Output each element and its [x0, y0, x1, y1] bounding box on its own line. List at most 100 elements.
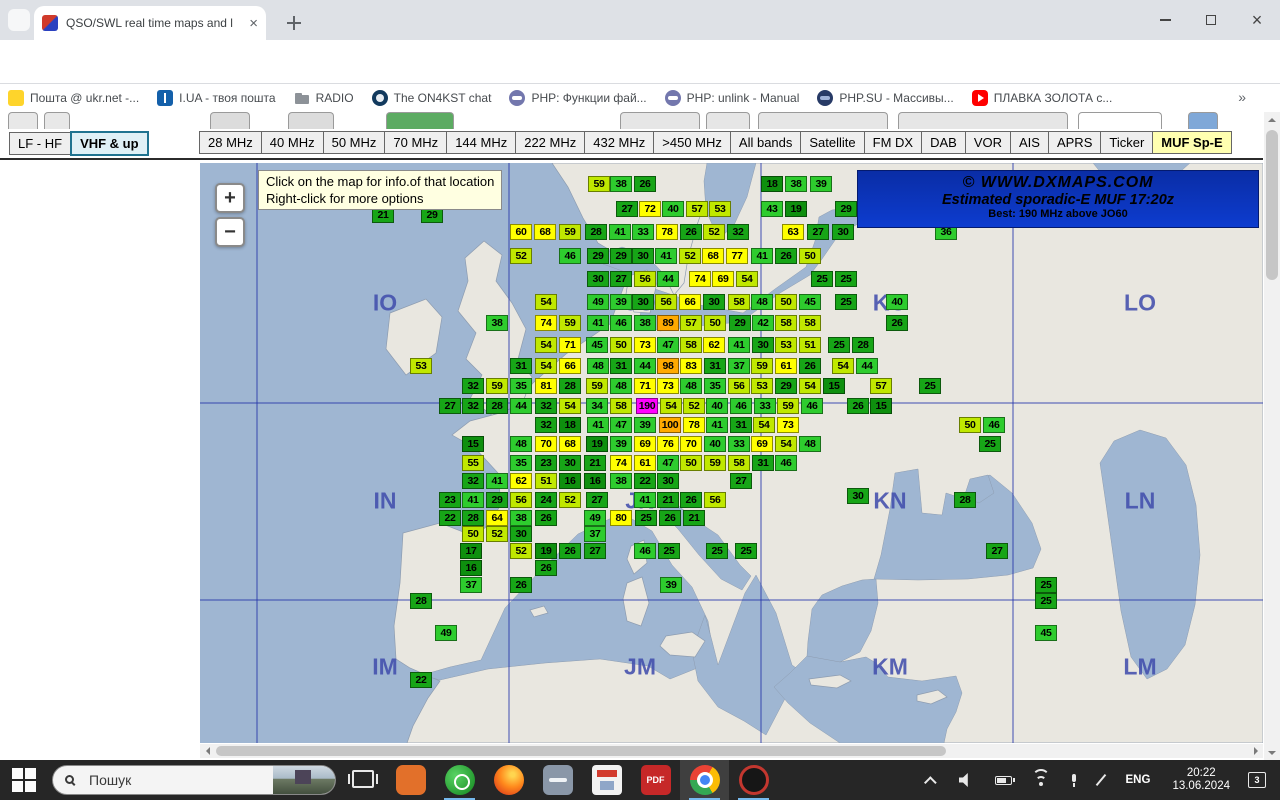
muf-cell[interactable]: 54: [660, 398, 682, 414]
muf-cell[interactable]: 41: [609, 224, 631, 240]
muf-cell[interactable]: 21: [683, 510, 705, 526]
muf-cell[interactable]: 39: [634, 417, 656, 433]
bookmark-item-ukr-net[interactable]: Пошта @ ukr.net -...: [8, 90, 139, 106]
muf-cell[interactable]: 31: [610, 358, 632, 374]
search-highlight-image[interactable]: [273, 766, 335, 794]
bookmark-item-i-ua[interactable]: I.UA - твоя пошта: [157, 90, 275, 106]
muf-cell[interactable]: 28: [559, 378, 581, 394]
taskbar-app-gray-app-icon[interactable]: [533, 760, 582, 800]
muf-cell[interactable]: 21: [657, 492, 679, 508]
map-zoom-out-button[interactable]: −: [215, 217, 245, 247]
muf-cell[interactable]: 50: [799, 248, 821, 264]
muf-cell[interactable]: 26: [535, 510, 557, 526]
muf-cell[interactable]: 18: [761, 176, 783, 192]
muf-cell[interactable]: 56: [704, 492, 726, 508]
muf-cell[interactable]: 50: [704, 315, 726, 331]
bookmark-item-php[interactable]: PHP: Функции фай...: [509, 90, 646, 106]
muf-cell[interactable]: 29: [486, 492, 508, 508]
page-vertical-scrollbar[interactable]: [1264, 112, 1280, 760]
muf-cell[interactable]: 25: [735, 543, 757, 559]
propagation-map[interactable]: + − Click on the map for info.of that lo…: [200, 163, 1263, 743]
map-horizontal-scrollbar[interactable]: [200, 744, 1263, 758]
muf-cell[interactable]: 39: [610, 294, 632, 310]
muf-cell[interactable]: 25: [706, 543, 728, 559]
muf-cell[interactable]: 41: [462, 492, 484, 508]
network-icon[interactable]: [1032, 774, 1050, 787]
bookmark-item-php-su[interactable]: PHP.SU - Массивы...: [817, 90, 953, 106]
action-center-icon[interactable]: 3: [1248, 772, 1266, 788]
muf-cell[interactable]: 26: [659, 510, 681, 526]
mode-tab-lf-hf[interactable]: LF - HF: [9, 132, 71, 155]
muf-cell[interactable]: 28: [462, 510, 484, 526]
muf-cell[interactable]: 19: [535, 543, 557, 559]
muf-cell[interactable]: 25: [835, 294, 857, 310]
muf-cell[interactable]: 38: [486, 315, 508, 331]
bookmark-item-php-unlink-manual[interactable]: PHP: unlink - Manual: [665, 90, 800, 106]
muf-cell[interactable]: 27: [610, 271, 632, 287]
muf-cell[interactable]: 35: [510, 378, 532, 394]
muf-cell[interactable]: 63: [782, 224, 804, 240]
muf-cell[interactable]: 74: [535, 315, 557, 331]
muf-cell[interactable]: 28: [585, 224, 607, 240]
muf-cell[interactable]: 66: [559, 358, 581, 374]
muf-cell[interactable]: 41: [655, 248, 677, 264]
muf-cell[interactable]: 59: [486, 378, 508, 394]
muf-cell[interactable]: 54: [832, 358, 854, 374]
muf-cell[interactable]: 26: [799, 358, 821, 374]
band-tab-aprs[interactable]: APRS: [1048, 131, 1101, 154]
muf-cell[interactable]: 52: [679, 248, 701, 264]
muf-cell[interactable]: 69: [634, 436, 656, 452]
muf-cell[interactable]: 27: [807, 224, 829, 240]
muf-cell[interactable]: 16: [559, 473, 581, 489]
muf-cell[interactable]: 37: [728, 358, 750, 374]
muf-cell[interactable]: 29: [729, 315, 751, 331]
muf-cell[interactable]: 57: [680, 315, 702, 331]
band-tab-432-mhz[interactable]: 432 MHz: [584, 131, 654, 154]
muf-cell[interactable]: 100: [659, 417, 681, 433]
muf-cell[interactable]: 80: [610, 510, 632, 526]
muf-cell[interactable]: 32: [462, 398, 484, 414]
muf-cell[interactable]: 50: [680, 455, 702, 471]
muf-cell[interactable]: 24: [535, 492, 557, 508]
muf-cell[interactable]: 46: [559, 248, 581, 264]
muf-cell[interactable]: 30: [510, 526, 532, 542]
muf-cell[interactable]: 26: [510, 577, 532, 593]
muf-cell[interactable]: 50: [610, 337, 632, 353]
muf-cell[interactable]: 33: [632, 224, 654, 240]
muf-cell[interactable]: 71: [634, 378, 656, 394]
browser-tab[interactable]: QSO/SWL real time maps and l ×: [34, 6, 266, 40]
muf-cell[interactable]: 66: [679, 294, 701, 310]
muf-cell[interactable]: 48: [751, 294, 773, 310]
muf-cell[interactable]: 29: [610, 248, 632, 264]
muf-cell[interactable]: 68: [702, 248, 724, 264]
muf-cell[interactable]: 46: [983, 417, 1005, 433]
muf-cell[interactable]: 41: [587, 315, 609, 331]
muf-cell[interactable]: 23: [439, 492, 461, 508]
muf-cell[interactable]: 58: [680, 337, 702, 353]
start-button[interactable]: [12, 768, 36, 792]
muf-cell[interactable]: 15: [462, 436, 484, 452]
muf-cell[interactable]: 52: [703, 224, 725, 240]
muf-cell[interactable]: 45: [1035, 625, 1057, 641]
muf-cell[interactable]: 30: [632, 294, 654, 310]
muf-cell[interactable]: 71: [559, 337, 581, 353]
band-tab-muf-sp-e[interactable]: MUF Sp-E: [1152, 131, 1231, 154]
band-tab-144-mhz[interactable]: 144 MHz: [446, 131, 516, 154]
muf-cell[interactable]: 52: [510, 543, 532, 559]
muf-cell[interactable]: 56: [728, 378, 750, 394]
muf-cell[interactable]: 59: [588, 176, 610, 192]
muf-cell[interactable]: 54: [535, 358, 557, 374]
muf-cell[interactable]: 56: [655, 294, 677, 310]
muf-cell[interactable]: 68: [534, 224, 556, 240]
muf-cell[interactable]: 31: [704, 358, 726, 374]
muf-cell[interactable]: 26: [535, 560, 557, 576]
muf-cell[interactable]: 26: [559, 543, 581, 559]
muf-cell[interactable]: 53: [751, 378, 773, 394]
muf-cell[interactable]: 44: [657, 271, 679, 287]
muf-cell[interactable]: 41: [587, 417, 609, 433]
taskbar-app-orange-app-icon[interactable]: [386, 760, 435, 800]
band-tab-fm-dx[interactable]: FM DX: [864, 131, 922, 154]
muf-cell[interactable]: 62: [510, 473, 532, 489]
muf-cell[interactable]: 25: [828, 337, 850, 353]
band-tab-70-mhz[interactable]: 70 MHz: [384, 131, 447, 154]
